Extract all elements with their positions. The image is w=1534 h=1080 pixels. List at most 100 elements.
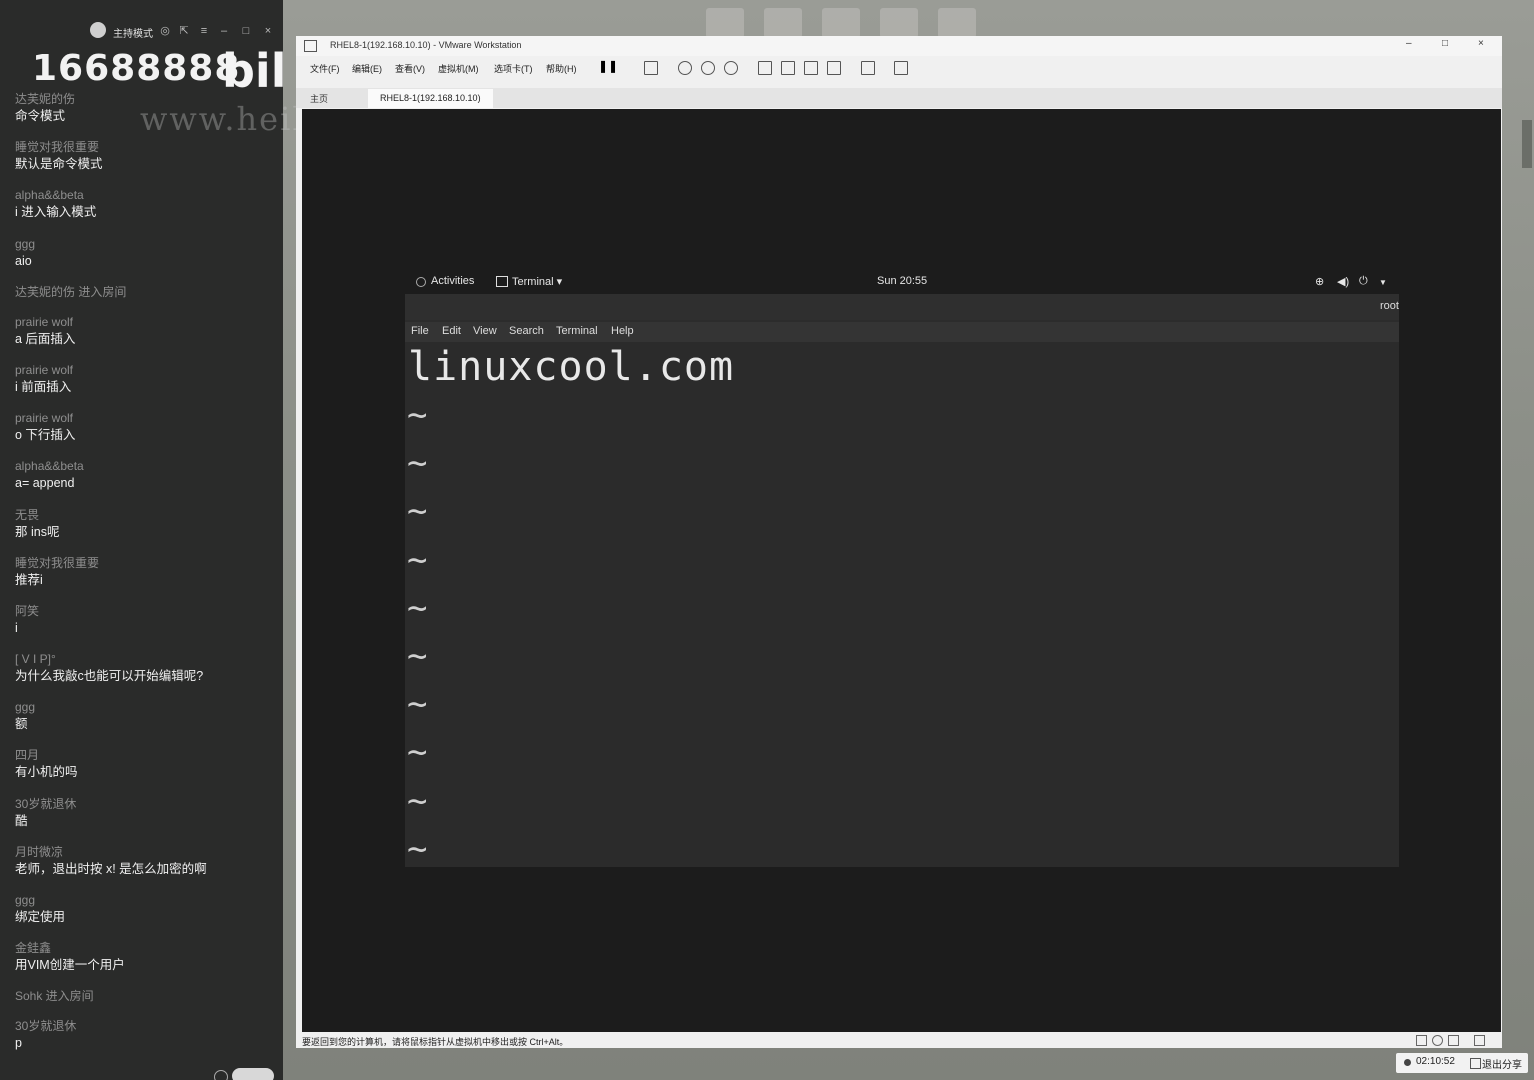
term-menu-search[interactable]: Search [509,325,544,337]
tab-home[interactable]: 主页 [310,92,328,105]
chat-message: 达芙妮的伤 进入房间 [15,283,280,313]
term-menu-edit[interactable]: Edit [442,325,461,337]
gnome-clock[interactable]: Sun 20:55 [877,275,927,287]
term-menu-help[interactable]: Help [611,325,634,337]
chat-username[interactable]: ggg [15,698,280,716]
menu-view[interactable]: 查看(V) [395,62,425,75]
emoji-icon[interactable] [214,1070,228,1080]
maximize-button[interactable]: □ [1442,38,1448,49]
unity-icon[interactable] [827,61,841,75]
pause-icon[interactable]: ❚❚ [598,60,618,72]
activities-icon [416,277,426,287]
chat-username[interactable]: 达芙妮的伤 进入房间 [15,283,280,301]
chat-message: prairie wolf a 后面插入 [15,313,280,361]
settings-icon[interactable]: ◎ [159,25,171,37]
term-menu-file[interactable]: File [411,325,429,337]
menu-tabs[interactable]: 选项卡(T) [494,62,533,75]
vim-buffer-line: linuxcool.com [408,344,735,390]
chat-username[interactable]: 金銈鑫 [15,939,280,957]
vim-empty-line-tilde: ~ [407,636,428,676]
close-button[interactable]: × [1478,38,1484,49]
host-avatar[interactable] [90,22,106,38]
chat-message: ggg aio [15,235,280,283]
volume-icon[interactable]: ◀) [1337,275,1349,288]
minimize-icon[interactable]: – [218,25,230,37]
exit-share-icon[interactable] [1470,1058,1481,1069]
network-icon[interactable] [1448,1035,1459,1046]
vim-empty-line-tilde: ~ [407,684,428,725]
term-menu-terminal[interactable]: Terminal [556,325,598,337]
desktop-scrollbar[interactable] [1522,120,1532,168]
desktop-icon[interactable] [764,8,802,38]
menu-edit[interactable]: 编辑(E) [352,62,382,75]
chat-message: 四月 有小机的吗 [15,746,280,794]
chat-text: 老师，退出时按 x! 是怎么加密的啊 [15,861,207,876]
chat-message: 无畏那 ins呢 [15,506,280,554]
chat-username[interactable]: alpha&&beta [15,186,280,204]
chat-username[interactable]: 30岁就退休 [15,795,280,813]
hdd-icon[interactable] [1416,1035,1427,1046]
chat-username[interactable]: ggg [15,891,280,909]
tab-vm[interactable]: RHEL8-1(192.168.10.10) [368,89,493,108]
chat-text: i 前面插入 [15,379,72,394]
stretch-icon[interactable] [894,61,908,75]
thumbnail-bar-icon[interactable] [781,61,795,75]
maximize-icon[interactable]: □ [240,25,252,37]
desktop-icon[interactable] [880,8,918,38]
power-icon[interactable]: ⏻ [1359,275,1368,288]
menu-help[interactable]: 帮助(H) [546,62,577,75]
chat-username[interactable]: [ V I P]° [15,650,280,668]
chat-username[interactable]: 四月 [15,746,280,764]
chat-username[interactable]: 月时微凉 [15,843,280,861]
app-menu-terminal[interactable]: Terminal ▾ [512,275,562,288]
popout-icon[interactable]: ⇱ [178,25,190,37]
chat-username[interactable]: ggg [15,235,280,253]
activities-button[interactable]: Activities [431,275,474,287]
chat-message: prairie wolf i 前面插入 [15,361,280,409]
chat-text: 绑定使用 [15,910,66,924]
menu-icon[interactable]: ≡ [198,25,210,37]
chat-message: alpha&&beta a= append [15,457,280,505]
chat-username[interactable]: 无畏 [15,506,280,524]
snapshot-manager-icon[interactable] [724,61,738,75]
menu-file[interactable]: 文件(F) [310,62,340,75]
fullscreen-icon[interactable] [804,61,818,75]
network-status-icon[interactable]: ⊕ [1315,275,1324,288]
desktop-icon[interactable] [822,8,860,38]
host-mode-label[interactable]: 主持模式 [113,25,153,40]
chat-username[interactable]: 阿笑 [15,602,280,620]
library-icon[interactable] [758,61,772,75]
snapshot-icon[interactable] [678,61,692,75]
chat-text: 默认是命令模式 [15,157,103,172]
chat-username[interactable]: alpha&&beta [15,457,280,475]
chat-username[interactable]: prairie wolf [15,313,280,331]
vim-empty-line-tilde: ~ [407,539,428,580]
send-button[interactable] [232,1068,274,1080]
vim-empty-line-tilde: ~ [407,587,428,628]
chat-username[interactable]: prairie wolf [15,409,280,427]
terminal-body[interactable] [405,342,1399,867]
chat-username[interactable]: prairie wolf [15,361,280,379]
terminal-title: root [1380,300,1399,312]
overlay-number: 16688888 [32,48,241,89]
chevron-down-icon[interactable]: ▼ [1379,278,1387,287]
close-icon[interactable]: × [262,25,274,37]
chat-username[interactable]: Sohk 进入房间 [15,987,280,1005]
menu-vm[interactable]: 虚拟机(M) [438,62,479,75]
vim-empty-line-tilde: ~ [407,443,428,484]
send-ctrl-alt-del-icon[interactable] [644,61,658,75]
console-icon[interactable] [861,61,875,75]
desktop-icon[interactable] [706,8,744,38]
term-menu-view[interactable]: View [473,325,497,337]
cdrom-icon[interactable] [1432,1035,1443,1046]
usb-icon[interactable] [1474,1035,1485,1046]
chat-username[interactable]: 睡觉对我很重要 [15,138,280,156]
chat-message: 月时微凉 老师，退出时按 x! 是怎么加密的啊 [15,843,280,891]
desktop-icon[interactable] [938,8,976,38]
chat-message: 30岁就退休 p [15,1017,280,1065]
chat-username[interactable]: 30岁就退休 [15,1017,280,1035]
revert-snapshot-icon[interactable] [701,61,715,75]
chat-username[interactable]: 睡觉对我很重要 [15,554,280,572]
minimize-button[interactable]: – [1406,38,1412,49]
exit-share-button[interactable]: 退出分享 [1482,1056,1522,1071]
